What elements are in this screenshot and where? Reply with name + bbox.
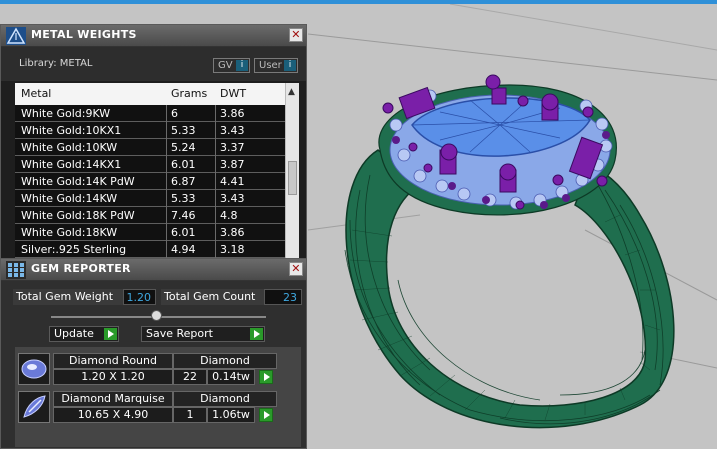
table-scrollbar[interactable]: ▲ bbox=[285, 83, 299, 265]
metal-dwt: 3.86 bbox=[220, 226, 245, 239]
metal-dwt: 3.87 bbox=[220, 158, 245, 171]
user-toggle[interactable]: User i bbox=[254, 58, 298, 73]
metal-weights-titlebar[interactable]: METAL WEIGHTS ✕ bbox=[1, 25, 306, 47]
list-item[interactable]: Diamond Round Diamond 1.20 X 1.20 22 0.1… bbox=[15, 351, 301, 387]
gv-toggle-label: GV bbox=[218, 60, 233, 71]
metal-dwt: 3.18 bbox=[220, 243, 245, 256]
gem-list: Diamond Round Diamond 1.20 X 1.20 22 0.1… bbox=[15, 347, 301, 447]
marquise-gem-icon bbox=[18, 391, 50, 423]
gem-count: 1 bbox=[173, 407, 207, 423]
metal-grams: 6.87 bbox=[171, 175, 196, 188]
gem-weight: 0.14tw bbox=[207, 369, 255, 385]
metal-dwt: 3.37 bbox=[220, 141, 245, 154]
scroll-thumb[interactable] bbox=[288, 161, 297, 195]
gv-toggle[interactable]: GV i bbox=[213, 58, 250, 73]
metal-dwt: 4.8 bbox=[220, 209, 238, 222]
save-report-button[interactable]: Save Report bbox=[141, 326, 265, 342]
metal-name: White Gold:14KX1 bbox=[21, 158, 122, 171]
metal-grams: 5.33 bbox=[171, 192, 196, 205]
metal-name: White Gold:10KX1 bbox=[21, 124, 122, 137]
panel-title: GEM REPORTER bbox=[31, 262, 131, 275]
gem-type: Diamond bbox=[173, 391, 277, 407]
list-item[interactable]: Diamond Marquise Diamond 10.65 X 4.90 1 … bbox=[15, 389, 301, 425]
info-icon: i bbox=[284, 60, 296, 71]
gem-reporter-titlebar[interactable]: GEM REPORTER ✕ bbox=[1, 259, 306, 281]
metal-rows: White Gold:9KW 6 3.86 White Gold:10KX1 5… bbox=[15, 105, 285, 258]
panel-title: METAL WEIGHTS bbox=[31, 28, 137, 41]
play-arrow-icon bbox=[104, 328, 117, 340]
gem-count: 22 bbox=[173, 369, 207, 385]
play-arrow-icon[interactable] bbox=[259, 370, 273, 384]
metal-dwt: 3.43 bbox=[220, 124, 245, 137]
play-arrow-icon bbox=[250, 328, 263, 340]
table-row[interactable]: White Gold:14KX1 6.01 3.87 bbox=[15, 156, 285, 173]
metal-name: White Gold:14K PdW bbox=[21, 175, 135, 188]
play-arrow-icon[interactable] bbox=[259, 408, 273, 422]
metal-grams: 7.46 bbox=[171, 209, 196, 222]
round-gem-icon bbox=[18, 353, 50, 385]
metal-grams: 6 bbox=[171, 107, 178, 120]
metal-grams: 5.33 bbox=[171, 124, 196, 137]
table-header: Metal Grams DWT bbox=[15, 83, 285, 103]
table-row[interactable]: White Gold:18K PdW 7.46 4.8 bbox=[15, 207, 285, 224]
close-icon[interactable]: ✕ bbox=[289, 262, 303, 276]
gem-size: 10.65 X 4.90 bbox=[53, 407, 173, 423]
total-gem-weight-label: Total Gem Weight bbox=[13, 289, 123, 305]
total-gem-count-label: Total Gem Count bbox=[161, 289, 264, 305]
splitter-handle[interactable] bbox=[151, 310, 162, 321]
metal-grams: 4.94 bbox=[171, 243, 196, 256]
gem-grid-icon bbox=[6, 261, 26, 279]
triangle-gauge-icon bbox=[6, 27, 26, 45]
save-report-button-label: Save Report bbox=[146, 327, 213, 340]
info-icon: i bbox=[236, 60, 248, 71]
update-button[interactable]: Update bbox=[49, 326, 119, 342]
table-row[interactable]: White Gold:9KW 6 3.86 bbox=[15, 105, 285, 122]
gem-size: 1.20 X 1.20 bbox=[53, 369, 173, 385]
column-header-dwt[interactable]: DWT bbox=[220, 87, 246, 100]
metal-dwt: 3.86 bbox=[220, 107, 245, 120]
metal-name: White Gold:18K PdW bbox=[21, 209, 135, 222]
total-gem-weight-value: 1.20 bbox=[123, 289, 156, 305]
update-button-label: Update bbox=[54, 327, 94, 340]
gem-shape: Diamond Round bbox=[53, 353, 173, 369]
gem-type: Diamond bbox=[173, 353, 277, 369]
user-toggle-label: User bbox=[259, 60, 282, 71]
metal-grams: 5.24 bbox=[171, 141, 196, 154]
gem-reporter-panel: GEM REPORTER ✕ Total Gem Weight 1.20 Tot… bbox=[0, 258, 307, 449]
metal-name: White Gold:9KW bbox=[21, 107, 111, 120]
metal-dwt: 3.43 bbox=[220, 192, 245, 205]
column-header-metal[interactable]: Metal bbox=[21, 87, 51, 100]
metal-weights-panel: METAL WEIGHTS ✕ Library: METAL GV i User… bbox=[0, 24, 307, 265]
library-label: Library: METAL bbox=[19, 58, 93, 69]
table-row[interactable]: White Gold:14KW 5.33 3.43 bbox=[15, 190, 285, 207]
metal-dwt: 4.41 bbox=[220, 175, 245, 188]
gem-weight: 1.06tw bbox=[207, 407, 255, 423]
metal-name: White Gold:18KW bbox=[21, 226, 118, 239]
metal-name: Silver:.925 Sterling bbox=[21, 243, 127, 256]
table-row[interactable]: White Gold:10KW 5.24 3.37 bbox=[15, 139, 285, 156]
scroll-up-icon[interactable]: ▲ bbox=[288, 87, 295, 97]
metal-grams: 6.01 bbox=[171, 226, 196, 239]
gem-shape: Diamond Marquise bbox=[53, 391, 173, 407]
total-gem-count-value: 23 bbox=[264, 289, 302, 305]
metal-table: Metal Grams DWT White Gold:9KW 6 3.86 Wh… bbox=[15, 83, 299, 265]
metal-name: White Gold:10KW bbox=[21, 141, 118, 154]
metal-toolbar: Library: METAL GV i User i bbox=[1, 47, 306, 81]
metal-name: White Gold:14KW bbox=[21, 192, 118, 205]
gem-totals: Total Gem Weight 1.20 Total Gem Count 23 bbox=[13, 289, 303, 305]
table-row[interactable]: White Gold:14K PdW 6.87 4.41 bbox=[15, 173, 285, 190]
column-header-grams[interactable]: Grams bbox=[171, 87, 207, 100]
table-row[interactable]: White Gold:18KW 6.01 3.86 bbox=[15, 224, 285, 241]
metal-grams: 6.01 bbox=[171, 158, 196, 171]
table-row[interactable]: White Gold:10KX1 5.33 3.43 bbox=[15, 122, 285, 139]
table-row[interactable]: Silver:.925 Sterling 4.94 3.18 bbox=[15, 241, 285, 258]
close-icon[interactable]: ✕ bbox=[289, 28, 303, 42]
